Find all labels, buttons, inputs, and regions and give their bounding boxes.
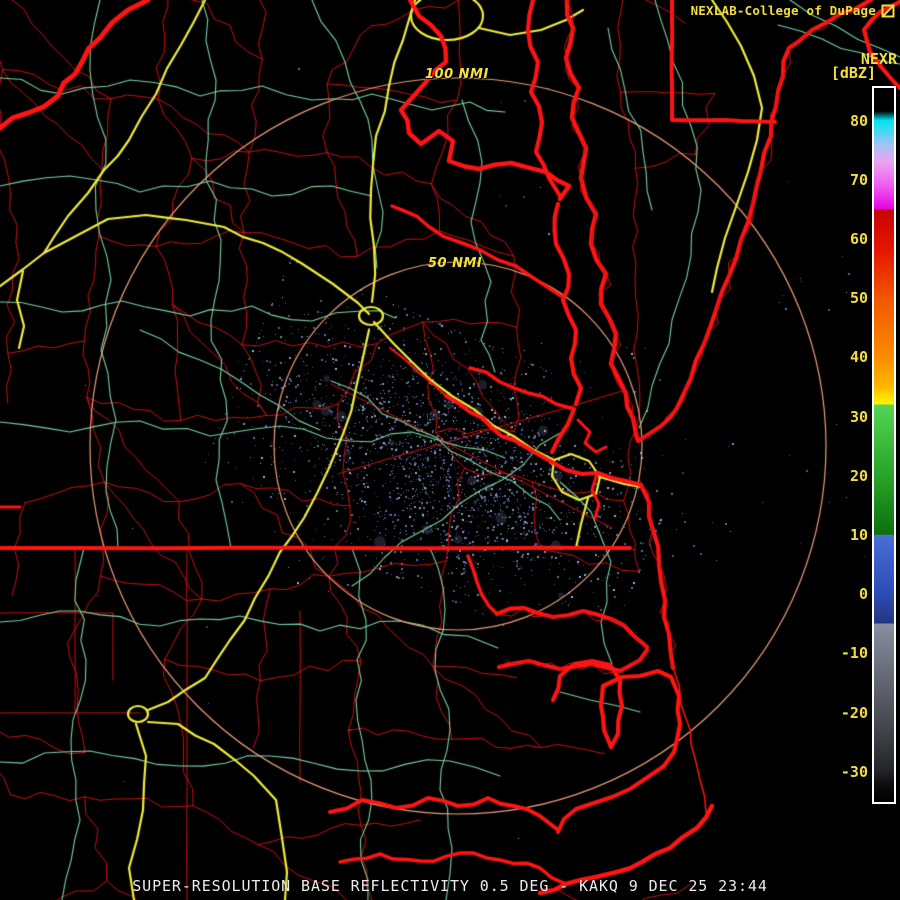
colorbar-tick--30: -30: [808, 763, 868, 781]
colorbar-tick-30: 30: [808, 408, 868, 426]
cod-logo-icon: [881, 4, 895, 18]
colorbar-units-label: [dBZ]: [831, 64, 876, 82]
colorbar-tick-60: 60: [808, 230, 868, 248]
colorbar-tick-20: 20: [808, 467, 868, 485]
colorbar-tick--20: -20: [808, 704, 868, 722]
colorbar-tick-70: 70: [808, 171, 868, 189]
colorbar-tick-0: 0: [808, 585, 868, 603]
credit-banner: NEXLAB-College of DuPage: [691, 3, 895, 18]
radar-map-canvas: [0, 0, 900, 900]
radar-display: NEXLAB-College of DuPage NEXR [dBZ] 8070…: [0, 0, 900, 900]
reflectivity-colorbar: [872, 86, 896, 804]
colorbar-tick--10: -10: [808, 644, 868, 662]
colorbar-tick-40: 40: [808, 348, 868, 366]
product-caption: SUPER-RESOLUTION BASE REFLECTIVITY 0.5 D…: [0, 877, 900, 895]
range-ring-label-50nmi: 50 NMI: [428, 256, 482, 271]
colorbar-tick-80: 80: [808, 112, 868, 130]
credit-text: NEXLAB-College of DuPage: [691, 3, 876, 18]
range-ring-label-100nmi: 100 NMI: [425, 67, 489, 82]
colorbar-tick-50: 50: [808, 289, 868, 307]
colorbar-tick-10: 10: [808, 526, 868, 544]
